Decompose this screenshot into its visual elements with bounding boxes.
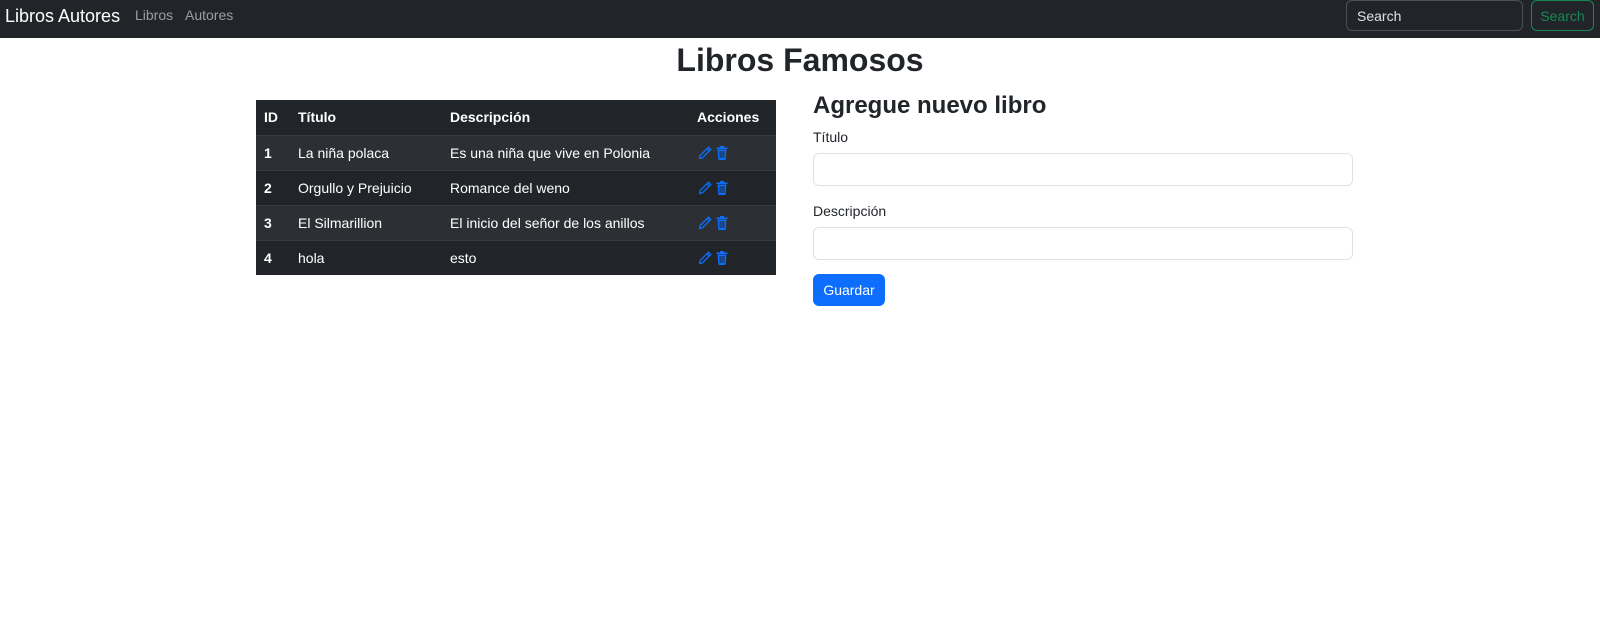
trash-icon[interactable] [714,215,730,231]
descripcion-label: Descripción [813,203,887,219]
descripcion-input[interactable] [813,227,1353,260]
cell-id: 2 [256,169,290,205]
cell-descripcion: El inicio del señor de los anillos [442,204,689,240]
table-row: 1 La niña polaca Es una niña que vive en P… [256,134,776,170]
row-actions [697,180,768,196]
pencil-icon[interactable] [697,180,713,196]
cell-titulo: hola [290,239,442,275]
nav-link-libros[interactable]: Libros [135,7,173,23]
save-button[interactable]: Guardar [813,274,885,306]
pencil-icon[interactable] [697,145,713,161]
header-titulo: Título [298,109,337,126]
pencil-icon[interactable] [697,215,713,231]
row-actions [697,215,768,231]
cell-titulo: El Silmarillion [290,204,442,240]
cell-titulo: Orgullo y Prejuicio [290,169,442,205]
cell-id: 1 [256,134,290,170]
trash-icon[interactable] [714,180,730,196]
titulo-input[interactable] [813,153,1353,186]
cell-id: 4 [256,239,290,275]
header-descripcion: Descripción [450,109,531,126]
row-actions [697,145,768,161]
trash-icon[interactable] [714,145,730,161]
table-row: 4 hola esto [256,239,776,275]
navbar-brand[interactable]: Libros Autores [5,6,120,27]
cell-acciones [689,204,776,240]
books-table: ID Título Descripción Acciones 1 La niña … [256,100,776,275]
search-button[interactable]: Search [1531,0,1594,31]
add-book-form: Agregue nuevo libro Título Descripción G… [813,92,1353,306]
navbar: Libros Autores Libros Autores Search [0,0,1600,38]
cell-id: 3 [256,204,290,240]
header-acciones: Acciones [697,109,760,126]
cell-acciones [689,169,776,205]
table-row: 2 Orgullo y Prejuicio Romance del weno [256,169,776,205]
cell-descripcion: esto [442,239,689,275]
pencil-icon[interactable] [697,250,713,266]
titulo-label: Título [813,129,849,145]
table-body: 1 La niña polaca Es una niña que vive en P… [256,134,776,275]
table-header-row: ID Título Descripción Acciones [256,100,776,135]
cell-titulo: La niña polaca [290,134,442,170]
form-heading: Agregue nuevo libro [813,92,1047,119]
search-input[interactable] [1346,0,1523,31]
cell-descripcion: Romance del weno [442,169,689,205]
trash-icon[interactable] [714,250,730,266]
row-actions [697,250,768,266]
books-table-container: ID Título Descripción Acciones 1 La niña … [256,100,776,275]
cell-acciones [689,239,776,275]
cell-acciones [689,134,776,170]
table-row: 3 El Silmarillion El inicio del señor de l… [256,204,776,240]
page-title: Libros Famosos [676,42,924,78]
nav-link-autores[interactable]: Autores [185,7,233,23]
header-id: ID [264,109,278,126]
cell-descripcion: Es una niña que vive en Polonia [442,134,689,170]
